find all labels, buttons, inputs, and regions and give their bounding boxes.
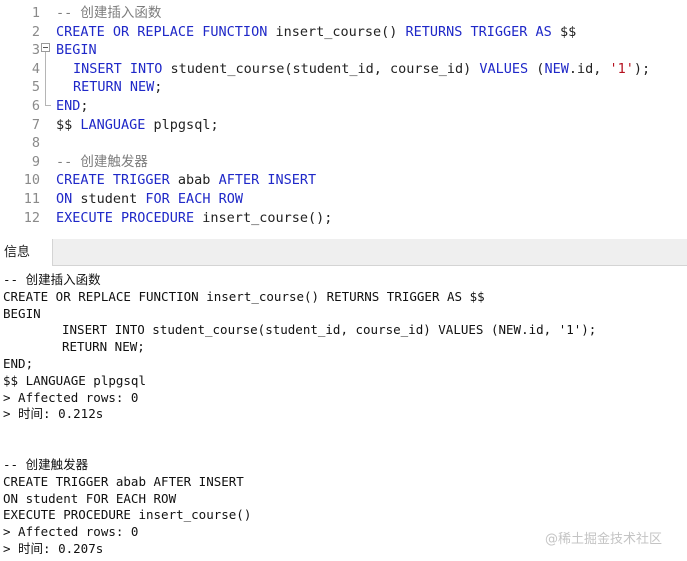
code-line-3: BEGIN bbox=[56, 41, 97, 60]
sql-keyword: FOR EACH ROW bbox=[145, 191, 243, 207]
sql-keyword: ON bbox=[56, 191, 73, 207]
sql-text: ); bbox=[633, 60, 651, 77]
output-affected-rows: > Affected rows: 0 bbox=[3, 524, 139, 540]
output-line: EXECUTE PROCEDURE insert_course() bbox=[3, 507, 252, 523]
sql-keyword: BEGIN bbox=[56, 42, 97, 59]
output-line: ON student FOR EACH ROW bbox=[3, 490, 177, 506]
output-affected-rows: > Affected rows: 0 bbox=[3, 389, 139, 405]
output-line: CREATE OR REPLACE FUNCTION insert_course… bbox=[3, 288, 485, 304]
line-number: 7 bbox=[31, 116, 40, 133]
sql-text: ; bbox=[154, 79, 163, 96]
line-number: 6 bbox=[31, 98, 40, 114]
sql-text: $$ bbox=[551, 23, 577, 40]
code-line-12: EXECUTE PROCEDURE insert_course(); bbox=[56, 209, 332, 228]
sql-text: abab bbox=[169, 172, 219, 189]
code-line-11: ON student FOR EACH ROW bbox=[56, 190, 243, 209]
sql-keyword: RETURN NEW bbox=[73, 79, 155, 96]
line-number: 4 bbox=[31, 60, 40, 77]
sql-keyword: END bbox=[56, 98, 81, 114]
line-number: 8 bbox=[31, 135, 40, 152]
code-line-4: INSERT INTO student_course(student_id, c… bbox=[73, 60, 650, 79]
output-line: RETURN NEW; bbox=[62, 339, 145, 355]
watermark: @稀土掘金技术社区 bbox=[545, 532, 663, 547]
output-line: END; bbox=[3, 356, 34, 371]
sql-keyword: CREATE OR REPLACE FUNCTION bbox=[56, 23, 268, 40]
code-line-6: END; bbox=[56, 97, 89, 116]
output-line: CREATE TRIGGER abab AFTER INSERT bbox=[3, 473, 244, 489]
output-elapsed-time: > 时间: 0.212s bbox=[3, 406, 104, 422]
sql-text: ( bbox=[528, 60, 545, 77]
code-line-9: -- 创建触发器 bbox=[56, 153, 148, 172]
sql-text: student_course(student_id, course_id) bbox=[162, 60, 480, 77]
line-number: 2 bbox=[31, 23, 40, 40]
line-number: 3 bbox=[31, 42, 40, 59]
output-elapsed-time: > 时间: 0.207s bbox=[3, 541, 104, 556]
result-tab-bar: 信息 bbox=[0, 239, 687, 266]
line-number: 11 bbox=[23, 191, 40, 207]
sql-keyword: LANGUAGE bbox=[80, 116, 146, 133]
sql-text: ; bbox=[80, 98, 89, 114]
sql-string: '1' bbox=[609, 60, 634, 77]
output-line: INSERT INTO student_course(student_id, c… bbox=[62, 322, 597, 338]
sql-text: insert_course(); bbox=[194, 209, 333, 226]
line-number: 9 bbox=[31, 153, 40, 170]
sql-comment: -- 创建插入函数 bbox=[56, 5, 162, 21]
code-line-7: $$ LANGUAGE plpgsql; bbox=[56, 116, 219, 135]
tab-info[interactable]: 信息 bbox=[0, 239, 53, 266]
sql-keyword: AFTER INSERT bbox=[218, 172, 317, 189]
output-line: -- 创建插入函数 bbox=[3, 272, 101, 287]
sql-text: .id, bbox=[568, 60, 610, 77]
line-number: 10 bbox=[23, 172, 40, 189]
line-number: 5 bbox=[31, 79, 40, 96]
sql-keyword: CREATE TRIGGER bbox=[56, 172, 170, 189]
sql-editor[interactable]: 1 2 3 4 5 6 7 8 9 10 11 12 -- 创建插入函数 CRE… bbox=[0, 0, 687, 236]
message-output-panel: -- 创建插入函数 CREATE OR REPLACE FUNCTION ins… bbox=[0, 272, 687, 561]
sql-keyword: NEW bbox=[544, 60, 569, 77]
sql-text: insert_course() bbox=[267, 23, 406, 40]
sql-text: student bbox=[72, 191, 146, 207]
fold-toggle-icon[interactable] bbox=[41, 43, 50, 52]
code-line-2: CREATE OR REPLACE FUNCTION insert_course… bbox=[56, 23, 576, 42]
line-number: 12 bbox=[23, 209, 40, 226]
sql-keyword: INSERT INTO bbox=[73, 60, 163, 77]
code-line-5: RETURN NEW; bbox=[73, 78, 162, 97]
output-line: $$ LANGUAGE plpgsql bbox=[3, 372, 146, 388]
output-line: -- 创建触发器 bbox=[3, 457, 89, 472]
code-line-10: CREATE TRIGGER abab AFTER INSERT bbox=[56, 171, 316, 190]
output-line: BEGIN bbox=[3, 305, 41, 321]
sql-text: plpgsql; bbox=[145, 116, 219, 133]
sql-comment: -- 创建触发器 bbox=[56, 153, 148, 170]
sql-keyword: RETURNS TRIGGER AS bbox=[405, 23, 552, 40]
fold-guide bbox=[45, 52, 46, 105]
sql-text: $$ bbox=[56, 116, 81, 133]
fold-guide-end bbox=[45, 105, 51, 106]
sql-keyword: EXECUTE PROCEDURE bbox=[56, 209, 195, 226]
code-line-1: -- 创建插入函数 bbox=[56, 4, 161, 23]
line-number: 1 bbox=[31, 5, 40, 21]
sql-keyword: VALUES bbox=[479, 60, 529, 77]
